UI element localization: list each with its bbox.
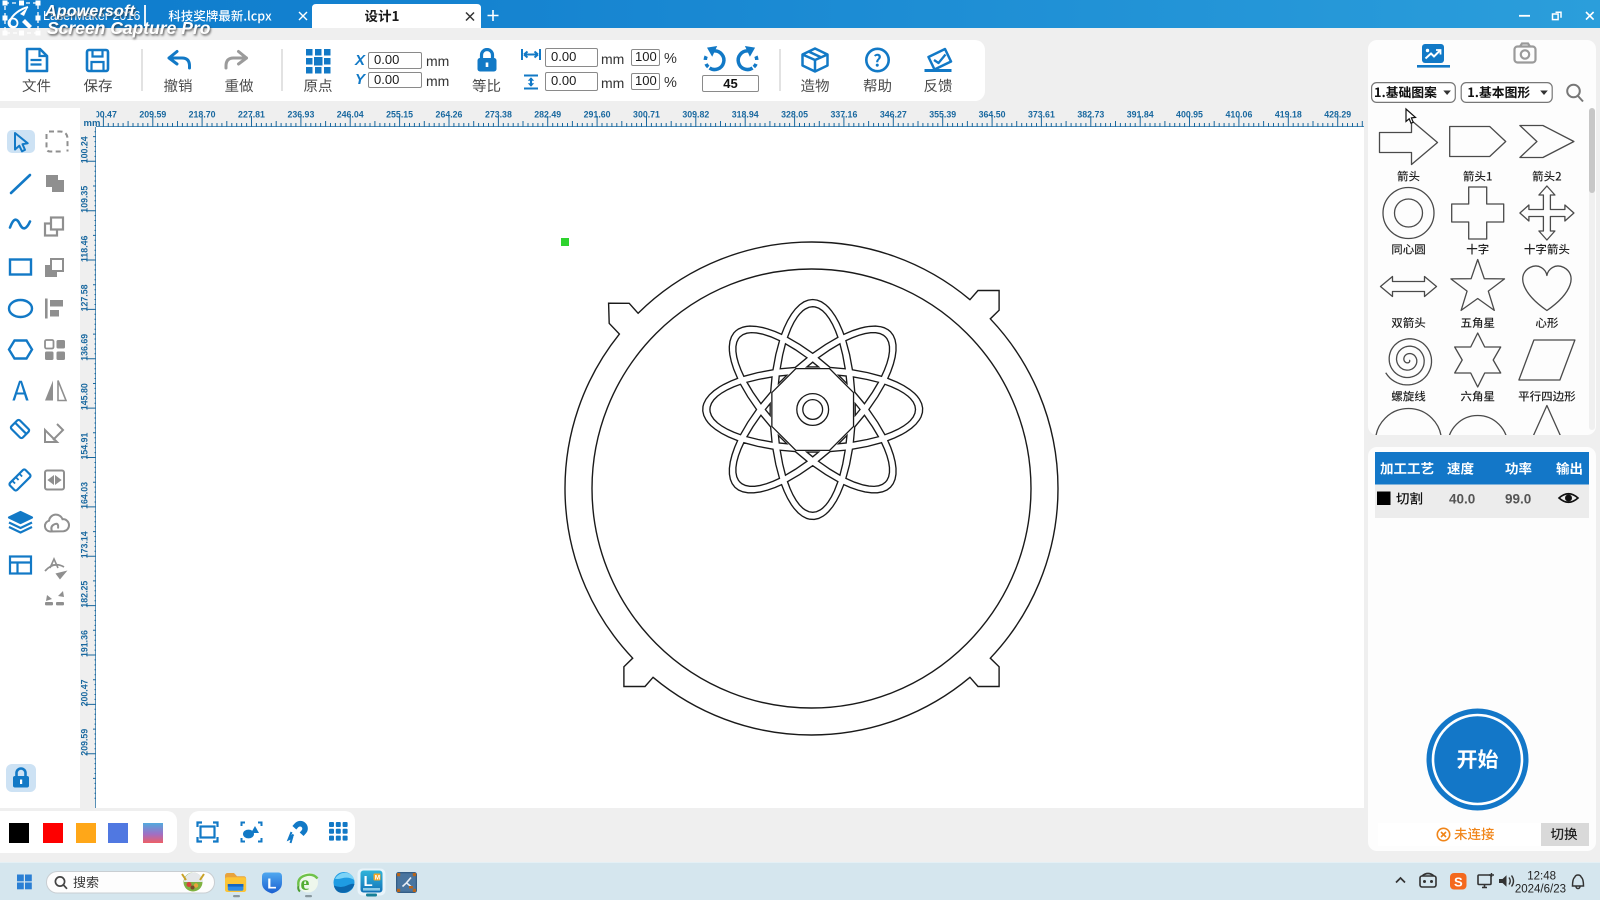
svg-text:382.73: 382.73 [1077,110,1104,120]
svg-text:145.80: 145.80 [80,383,90,410]
svg-text:373.61: 373.61 [1028,110,1055,120]
svg-text:218.70: 218.70 [189,110,216,120]
svg-text:191.36: 191.36 [80,630,90,657]
svg-text:355.39: 355.39 [929,110,956,120]
svg-text:236.93: 236.93 [287,110,314,120]
svg-text:291.60: 291.60 [584,110,611,120]
svg-text:2024/6/23: 2024/6/23 [1515,884,1566,896]
svg-text:209.59: 209.59 [80,729,90,756]
svg-text:255.15: 255.15 [386,110,413,120]
svg-text:246.04: 246.04 [337,110,364,120]
svg-text:419.18: 419.18 [1275,110,1302,120]
svg-text:209.59: 209.59 [139,110,166,120]
svg-text:109.35: 109.35 [80,186,90,213]
svg-text:264.26: 264.26 [436,110,463,120]
svg-text:100.24: 100.24 [80,136,90,163]
svg-text:136.69: 136.69 [80,334,90,361]
svg-text:309.82: 309.82 [682,110,709,120]
svg-text:282.49: 282.49 [534,110,561,120]
svg-text:328.05: 328.05 [781,110,808,120]
svg-text:428.29: 428.29 [1324,110,1351,120]
svg-text:M: M [375,875,380,882]
svg-text:154.91: 154.91 [80,432,90,459]
svg-text:L: L [267,876,276,893]
svg-text:173.14: 173.14 [80,531,90,558]
svg-text:346.27: 346.27 [880,110,907,120]
svg-text:391.84: 391.84 [1127,110,1154,120]
svg-text:99.0: 99.0 [1505,492,1531,507]
svg-text:182.25: 182.25 [80,581,90,608]
svg-text:400.95: 400.95 [1176,110,1203,120]
svg-text:200.47: 200.47 [80,679,90,706]
svg-text:364.50: 364.50 [979,110,1006,120]
svg-text:L: L [364,873,373,890]
svg-text:12:48: 12:48 [1527,871,1556,883]
svg-text:273.38: 273.38 [485,110,512,120]
svg-text:410.06: 410.06 [1225,110,1252,120]
svg-text:164.03: 164.03 [80,482,90,509]
svg-text:S: S [1454,875,1463,890]
svg-text:127.58: 127.58 [80,284,90,311]
svg-text:227.81: 227.81 [238,110,265,120]
svg-text:118.46: 118.46 [80,235,90,262]
svg-text:318.94: 318.94 [732,110,759,120]
svg-text:337.16: 337.16 [830,110,857,120]
svg-text:300.71: 300.71 [633,110,660,120]
svg-text:40.0: 40.0 [1449,492,1475,507]
